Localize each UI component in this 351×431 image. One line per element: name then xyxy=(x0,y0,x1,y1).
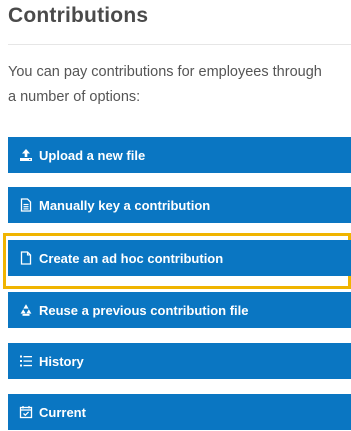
list-icon xyxy=(19,354,33,368)
reuse-previous-contribution-file-label: Reuse a previous contribution file xyxy=(39,302,249,318)
current-button[interactable]: Current xyxy=(8,394,351,430)
upload-icon xyxy=(19,148,33,162)
history-label: History xyxy=(39,353,84,369)
contributions-panel: Contributions You can pay contributions … xyxy=(0,0,351,431)
reuse-previous-contribution-file-button[interactable]: Reuse a previous contribution file xyxy=(8,292,351,328)
history-button[interactable]: History xyxy=(8,343,351,379)
manually-key-contribution-label: Manually key a contribution xyxy=(39,197,211,213)
title-divider xyxy=(8,44,351,45)
calendar-check-icon xyxy=(19,405,33,419)
recycle-icon xyxy=(19,303,33,317)
create-ad-hoc-contribution-label: Create an ad hoc contribution xyxy=(39,250,224,266)
manually-key-contribution-button[interactable]: Manually key a contribution xyxy=(8,187,351,223)
current-label: Current xyxy=(39,404,86,420)
intro-text: You can pay contributions for employees … xyxy=(8,64,322,105)
page-title: Contributions xyxy=(8,4,149,27)
document-text-icon xyxy=(19,198,33,212)
create-ad-hoc-contribution-button[interactable]: Create an ad hoc contribution xyxy=(8,240,351,276)
document-icon xyxy=(19,251,33,265)
upload-new-file-label: Upload a new file xyxy=(39,147,146,163)
upload-new-file-button[interactable]: Upload a new file xyxy=(8,137,351,173)
